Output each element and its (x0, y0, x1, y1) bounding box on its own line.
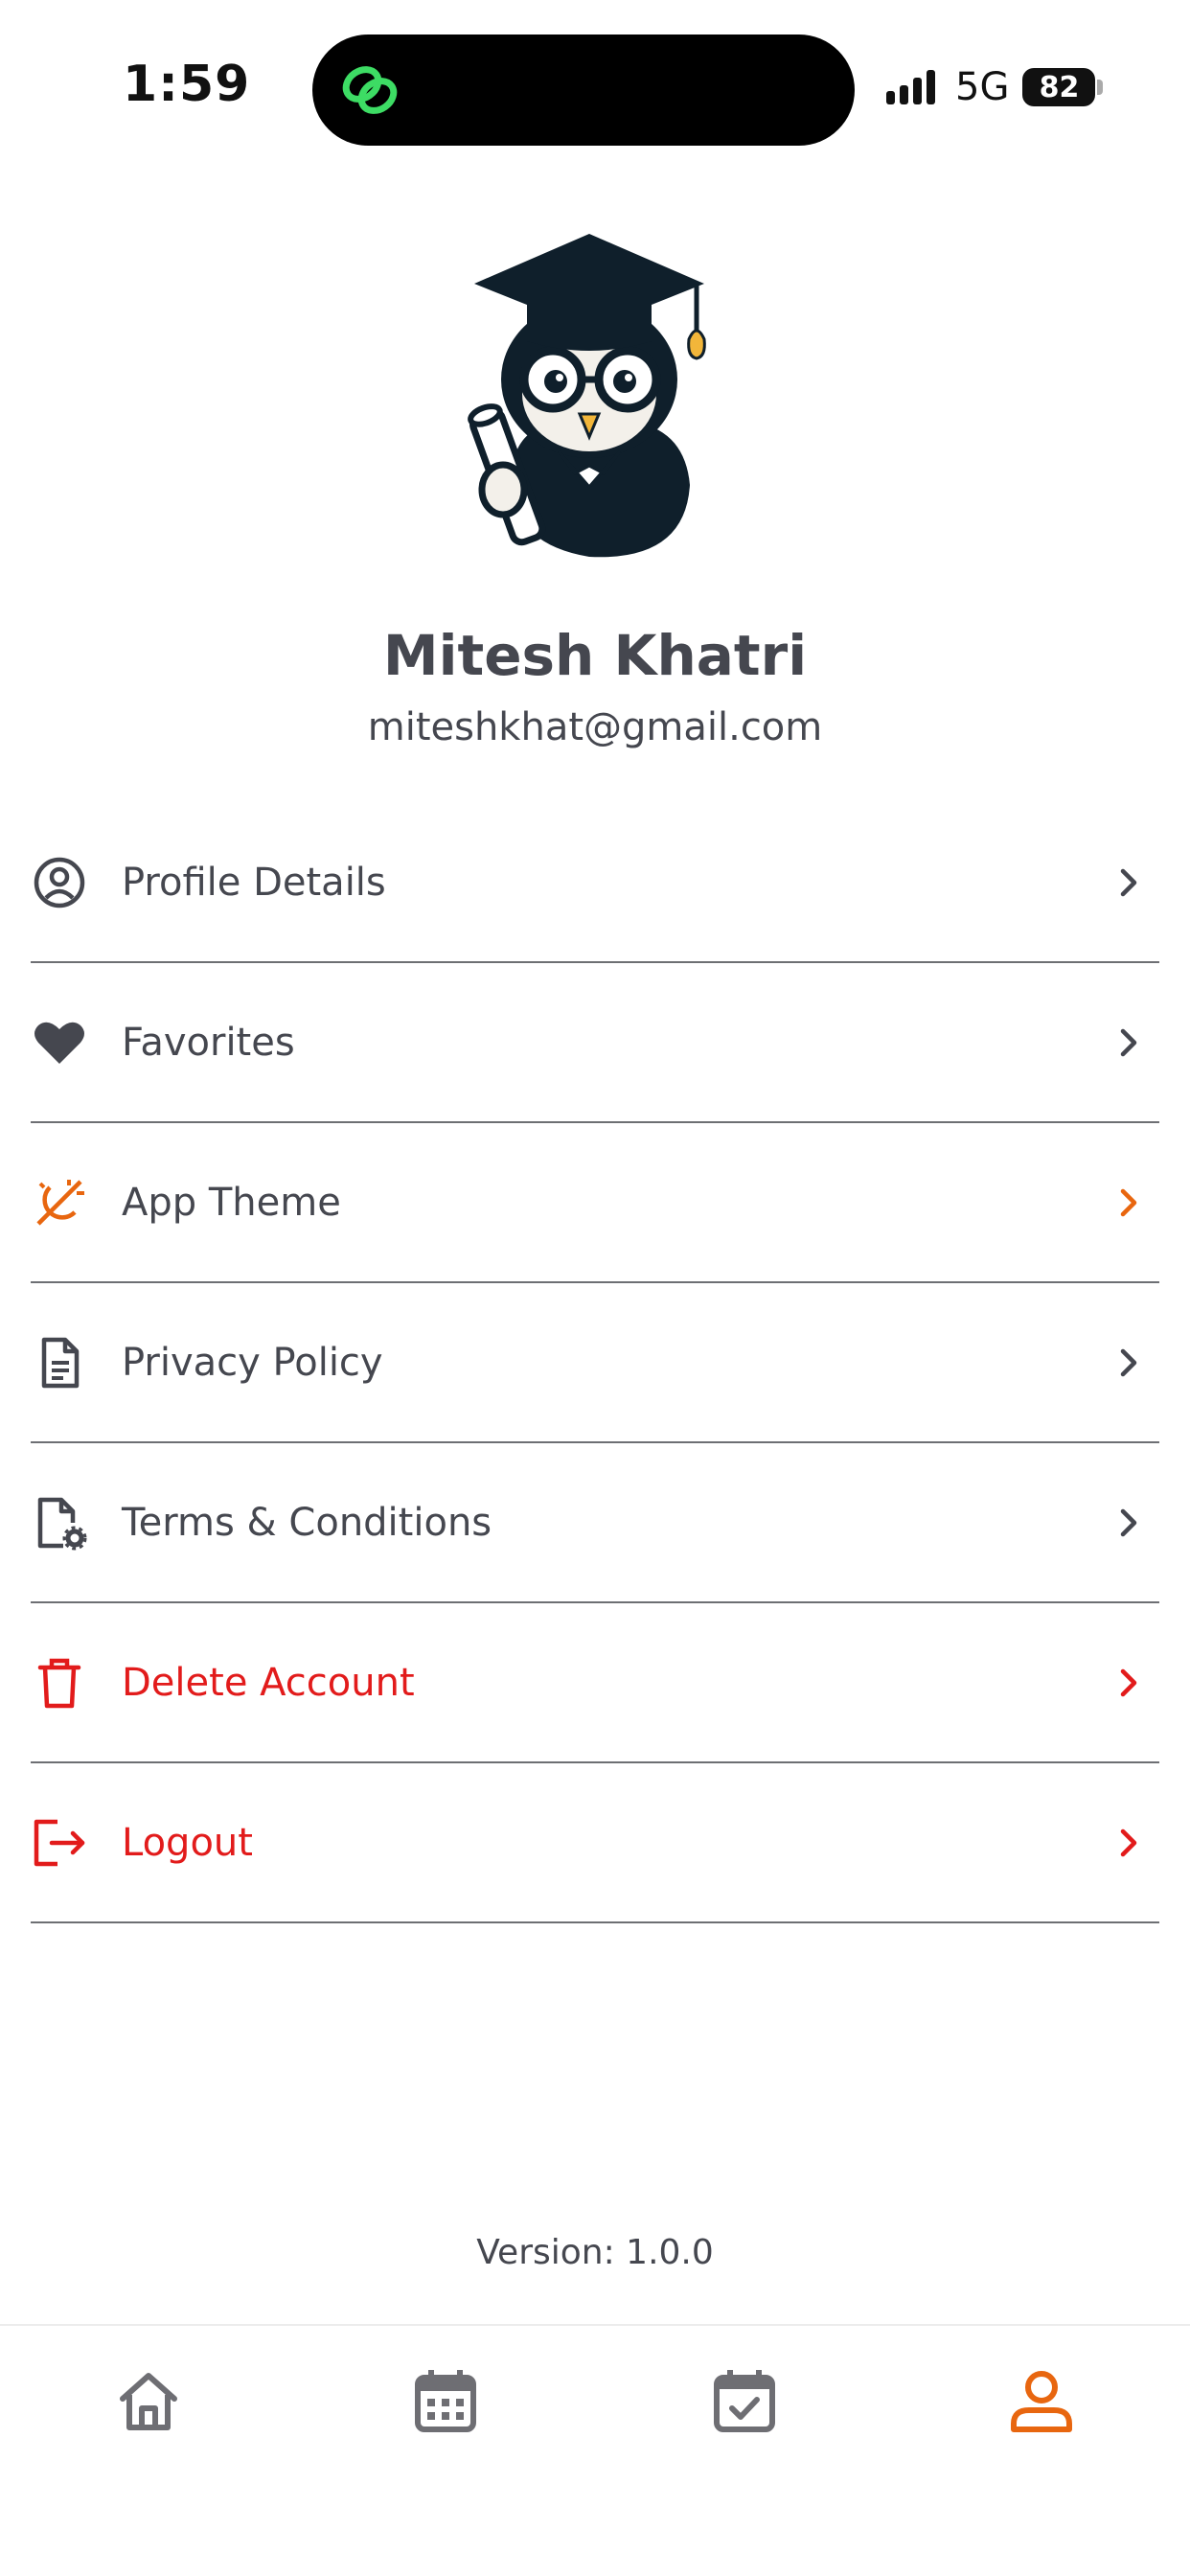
home-icon (120, 2373, 177, 2430)
battery-level: 82 (1039, 70, 1080, 104)
menu-item-label: Profile Details (122, 860, 386, 905)
calendar-check-icon (714, 2370, 775, 2432)
logout-icon (34, 1819, 85, 1866)
menu-item-favorites[interactable]: Favorites (31, 963, 1159, 1123)
tab-tasks[interactable] (709, 2366, 780, 2437)
menu-item-label: Privacy Policy (122, 1340, 383, 1385)
battery-icon: 82 (1022, 68, 1104, 106)
menu-item-profile-details[interactable]: Profile Details (31, 803, 1159, 963)
chevron-right-icon (1120, 1668, 1137, 1696)
menu-item-privacy-policy[interactable]: Privacy Policy (31, 1283, 1159, 1443)
avatar (468, 234, 706, 558)
menu-item-logout[interactable]: Logout (31, 1763, 1159, 1923)
chevron-right-icon (1120, 1028, 1137, 1056)
menu-item-label: Terms & Conditions (122, 1500, 492, 1545)
heart-icon (34, 1022, 84, 1064)
menu-item-terms-conditions[interactable]: Terms & Conditions (31, 1443, 1159, 1603)
user-email: miteshkhat@gmail.com (367, 705, 823, 749)
user-circle-icon (34, 857, 85, 908)
profile-menu: Profile Details Favorites App Theme Priv… (31, 803, 1159, 1923)
chevron-right-icon (1120, 868, 1137, 896)
chevron-right-icon (1120, 1828, 1137, 1856)
tab-calendar[interactable] (410, 2366, 481, 2437)
tab-profile[interactable] (1006, 2366, 1077, 2437)
theme-icon (36, 1179, 84, 1226)
user-name: Mitesh Khatri (382, 623, 808, 688)
document-icon (41, 1337, 80, 1388)
trash-icon (37, 1658, 81, 1708)
menu-item-label: Delete Account (122, 1660, 415, 1705)
chevron-right-icon (1120, 1508, 1137, 1536)
signal-icon (886, 70, 935, 104)
menu-item-app-theme[interactable]: App Theme (31, 1123, 1159, 1283)
profile-screen: 1:59 5G 82 Mitesh Khatri miteshkhat@gmai… (0, 0, 1190, 2576)
menu-item-label: Logout (122, 1820, 253, 1865)
status-indicators: 5G 82 (886, 63, 1104, 111)
menu-item-label: Favorites (122, 1020, 295, 1065)
menu-item-label: App Theme (122, 1180, 341, 1225)
status-time: 1:59 (123, 56, 251, 113)
user-icon (1011, 2371, 1072, 2432)
bottom-tab-bar (0, 2324, 1190, 2576)
chevron-right-icon (1120, 1188, 1137, 1216)
chevron-right-icon (1120, 1348, 1137, 1376)
calendar-icon (415, 2370, 476, 2432)
app-version: Version: 1.0.0 (476, 2233, 714, 2272)
network-type: 5G (955, 65, 1010, 109)
link-app-icon (342, 66, 398, 114)
tab-home[interactable] (113, 2366, 184, 2437)
dynamic-island (312, 34, 855, 146)
menu-item-delete-account[interactable]: Delete Account (31, 1603, 1159, 1763)
document-gear-icon (37, 1497, 87, 1550)
